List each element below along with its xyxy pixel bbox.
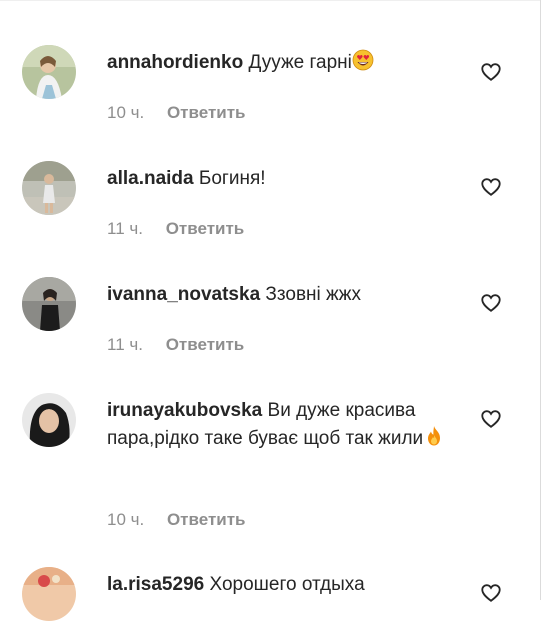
reply-button[interactable]: Ответить [167, 510, 246, 529]
comment-username[interactable]: alla.naida [107, 168, 194, 189]
fire-emoji-icon [423, 425, 445, 447]
comment-text: annahordienko Дууже гарні [107, 49, 447, 77]
avatar[interactable] [22, 277, 76, 331]
like-heart-icon[interactable] [480, 582, 502, 604]
comment-username[interactable]: irunayakubovska [107, 400, 262, 421]
reply-button[interactable]: Ответить [167, 103, 246, 122]
comment-body: Ззовні жжх [265, 284, 361, 305]
like-heart-icon[interactable] [480, 61, 502, 83]
comment-body: Богиня! [198, 168, 266, 189]
comment-username[interactable]: ivanna_novatska [107, 284, 260, 305]
comment-body: Хорошего отдыха [209, 574, 365, 595]
right-border [540, 0, 541, 600]
avatar[interactable] [22, 567, 76, 621]
comment-meta: 10 ч. Ответить [107, 510, 246, 530]
comment-username[interactable]: la.risa5296 [107, 574, 204, 595]
avatar[interactable] [22, 161, 76, 215]
comment-time[interactable]: 10 ч. [107, 103, 144, 122]
avatar[interactable] [22, 45, 76, 99]
comment-meta: 11 ч. Ответить [107, 219, 244, 239]
avatar-photo [22, 393, 76, 447]
avatar[interactable] [22, 393, 76, 447]
comment-body: Дууже гарні [248, 52, 352, 73]
comment-meta: 10 ч. Ответить [107, 103, 246, 123]
comment-text: ivanna_novatska Ззовні жжх [107, 281, 447, 309]
like-heart-icon[interactable] [480, 292, 502, 314]
heart-eyes-emoji-icon [352, 49, 374, 71]
comment-text: alla.naida Богиня! [107, 165, 447, 193]
reply-button[interactable]: Ответить [166, 335, 245, 354]
comment-meta: 11 ч. Ответить [107, 335, 244, 355]
comment-text: irunayakubovska Ви дуже красива пара,рід… [107, 397, 447, 453]
like-heart-icon[interactable] [480, 408, 502, 430]
top-border [0, 0, 541, 1]
comment-time[interactable]: 10 ч. [107, 510, 144, 529]
comment-time[interactable]: 11 ч. [107, 335, 143, 354]
comment-time[interactable]: 11 ч. [107, 219, 143, 238]
avatar-photo [22, 161, 76, 215]
like-heart-icon[interactable] [480, 176, 502, 198]
avatar-photo [22, 277, 76, 331]
reply-button[interactable]: Ответить [166, 219, 245, 238]
comment-username[interactable]: annahordienko [107, 52, 243, 73]
comment-text: la.risa5296 Хорошего отдыха [107, 571, 447, 599]
avatar-photo [22, 567, 76, 621]
avatar-photo [22, 45, 76, 99]
